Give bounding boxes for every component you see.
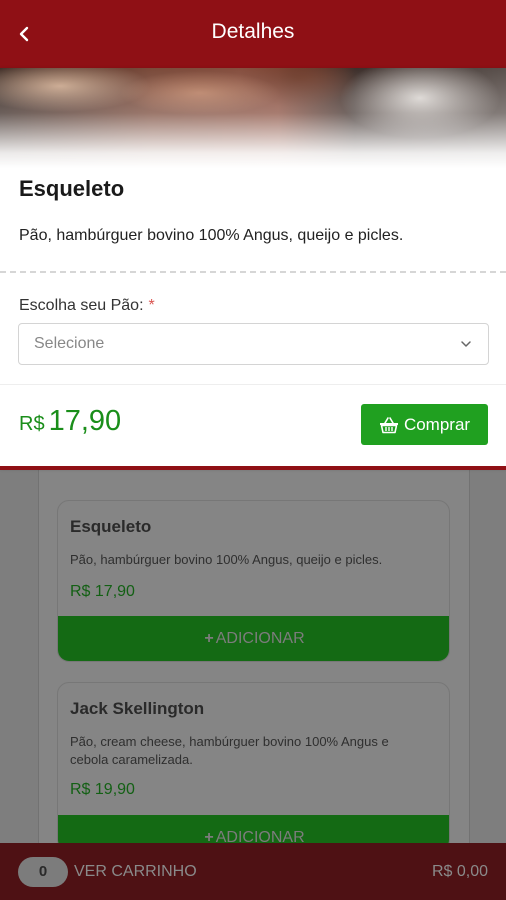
product-card: Jack Skellington Pão, cream cheese, hamb… [57,682,450,852]
product-detail-sheet: Esqueleto Pão, hambúrguer bovino 100% An… [0,68,506,470]
bread-select[interactable]: Selecione [18,323,489,365]
bread-choice-label: Escolha seu Pão: * [19,297,155,315]
product-card-price: R$ 17,90 [70,583,135,600]
add-button-label: ADICIONAR [215,630,305,647]
product-card-title: Jack Skellington [70,699,205,718]
chevron-down-icon [461,341,471,347]
product-card-price: R$ 19,90 [70,781,135,798]
bread-choice-label-text: Escolha seu Pão: [19,297,144,314]
price-currency: R$ [19,413,45,435]
required-mark: * [148,297,155,314]
product-card-description: Pão, cream cheese, hambúrguer bovino 100… [70,734,389,767]
page-title: Detalhes [211,20,295,43]
buy-button[interactable]: Comprar [361,404,488,445]
product-image [0,68,506,168]
divider [0,271,506,273]
product-card-title: Esqueleto [70,517,152,536]
buy-button-label: Comprar [403,414,471,434]
cart-bar: 0 VER CARRINHO R$ 0,00 [0,843,506,900]
cart-count-badge: 0 [18,857,68,887]
product-name: Esqueleto [19,176,125,201]
app-header: Detalhes [0,0,506,68]
cart-total: R$ 0,00 [431,863,488,880]
product-card: Esqueleto Pão, hambúrguer bovino 100% An… [57,500,450,662]
view-cart-button[interactable]: VER CARRINHO [74,863,197,881]
product-price: R$ 17,90 [19,405,121,438]
product-card-description: Pão, hambúrguer bovino 100% Angus, queij… [70,552,383,567]
shopping-basket-icon [379,416,398,433]
price-value: 17,90 [48,405,122,437]
add-button[interactable]: + ADICIONAR [58,616,449,661]
product-description: Pão, hambúrguer bovino 100% Angus, queij… [19,227,404,244]
bread-select-value: Selecione [34,335,105,352]
plus-icon: + [204,630,214,647]
price-row: R$ 17,90 Comprar [0,384,506,466]
